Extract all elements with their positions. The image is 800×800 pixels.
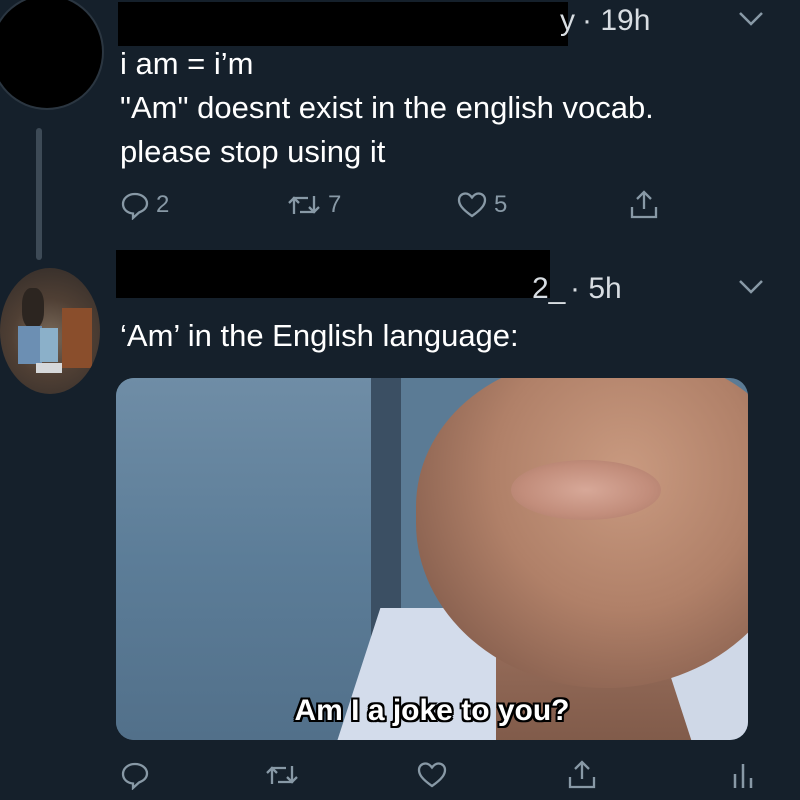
like-button[interactable]: 5 — [456, 190, 507, 220]
reply-count: 2 — [156, 191, 170, 218]
tweet-text-line: "Am" doesnt exist in the english vocab. — [120, 90, 654, 125]
media-lips — [511, 460, 661, 520]
share-icon[interactable] — [566, 758, 598, 792]
reply-icon — [121, 192, 149, 220]
reply-button[interactable]: 2 — [120, 190, 169, 220]
tweet-text-line: i am = i’m — [120, 46, 254, 81]
redacted-name — [118, 2, 568, 46]
handle-suffix: y — [560, 4, 575, 37]
heart-icon — [457, 192, 487, 218]
chevron-down-icon[interactable] — [736, 4, 766, 34]
tweet-media[interactable]: Am I a joke to you? — [116, 378, 748, 740]
redacted-name — [116, 250, 550, 298]
thread-line — [36, 128, 42, 260]
tweet-time[interactable]: · 5h — [570, 272, 622, 306]
tweet-text: ‘Am’ in the English language: — [120, 318, 519, 353]
retweet-button[interactable]: 7 — [286, 190, 341, 220]
analytics-icon[interactable] — [730, 760, 756, 790]
like-count: 5 — [494, 191, 508, 218]
retweet-count: 7 — [328, 191, 342, 218]
chevron-down-icon[interactable] — [736, 272, 766, 302]
reply-icon[interactable] — [120, 760, 150, 790]
retweet-icon — [288, 196, 320, 214]
heart-icon[interactable] — [416, 760, 448, 790]
avatar[interactable] — [0, 0, 102, 108]
media-background — [116, 378, 376, 740]
avatar[interactable] — [0, 268, 100, 394]
share-icon[interactable] — [628, 188, 660, 222]
tweet-time[interactable]: · 19h — [582, 4, 650, 38]
media-caption: Am I a joke to you? — [294, 694, 570, 727]
retweet-icon[interactable] — [264, 760, 300, 790]
handle-suffix: 2_ — [532, 272, 566, 305]
tweet-text-line: please stop using it — [120, 134, 386, 169]
